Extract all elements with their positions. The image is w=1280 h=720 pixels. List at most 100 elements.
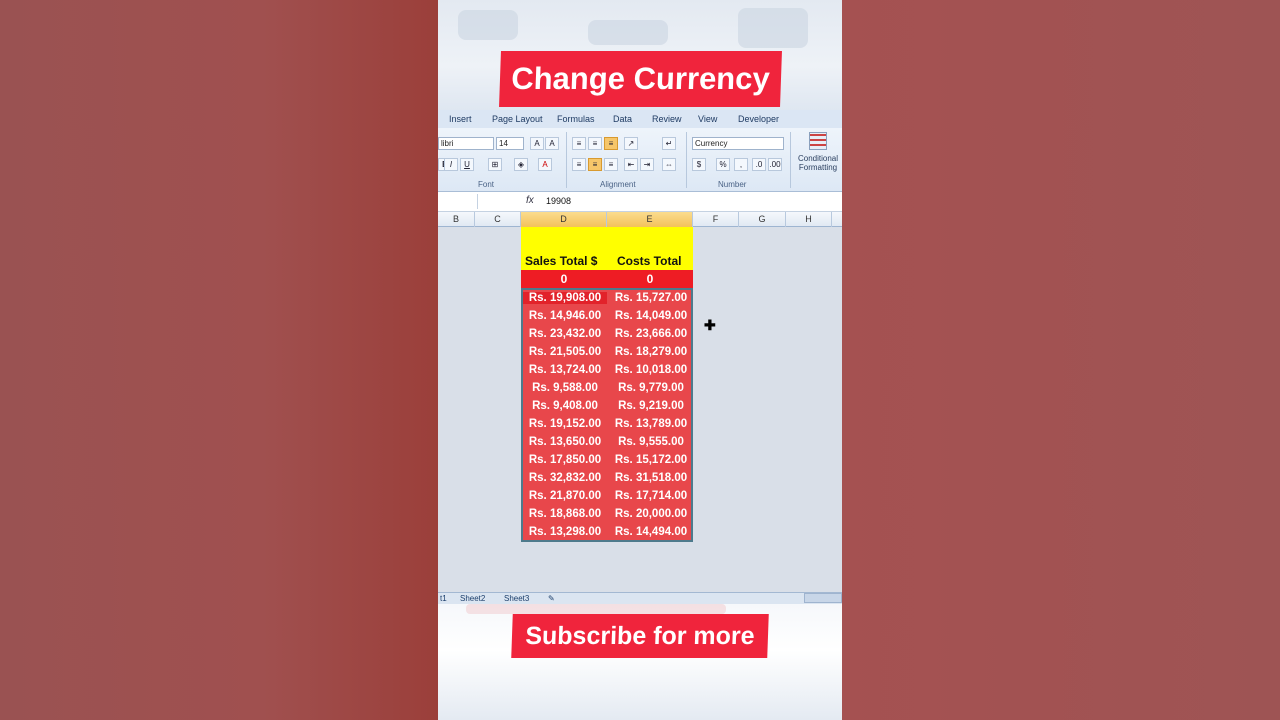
cell-d[interactable]: Rs. 18,868.00 [523, 508, 607, 520]
tab-page-layout[interactable]: Page Layout [492, 114, 543, 124]
italic-icon[interactable]: I [444, 158, 458, 171]
worksheet-grid[interactable]: Sales Total $ Costs Total 0 0 Rs. 19,908… [438, 227, 842, 592]
subscribe-banner: Subscribe for more [511, 614, 769, 658]
cell-d[interactable]: Rs. 9,588.00 [523, 382, 607, 394]
sheet-tab-sheet1[interactable]: t1 [440, 594, 447, 603]
comma-style-icon[interactable]: , [734, 158, 748, 171]
insert-sheet-icon[interactable]: ✎ [548, 594, 555, 603]
column-header-f[interactable]: F [693, 212, 739, 227]
conditional-formatting-button[interactable]: Conditional Formatting [794, 132, 842, 180]
table-row: Rs. 14,946.00 Rs. 14,049.00 [523, 308, 691, 326]
cell-e[interactable]: Rs. 14,494.00 [609, 526, 693, 538]
separator [686, 132, 687, 188]
tab-formulas[interactable]: Formulas [557, 114, 595, 124]
sales-total-header[interactable]: Sales Total $ [525, 254, 597, 268]
cell-e[interactable]: Rs. 18,279.00 [609, 346, 693, 358]
table-row: Rs. 23,432.00 Rs. 23,666.00 [523, 326, 691, 344]
cell-d[interactable]: Rs. 13,724.00 [523, 364, 607, 376]
cell-e[interactable]: Rs. 14,049.00 [609, 310, 693, 322]
cell-e[interactable]: Rs. 10,018.00 [609, 364, 693, 376]
tab-view[interactable]: View [698, 114, 717, 124]
video-frame: Change Currency Insert Page Layout Formu… [438, 0, 842, 720]
cell-e[interactable]: Rs. 17,714.00 [609, 490, 693, 502]
cell-d[interactable]: Rs. 32,832.00 [523, 472, 607, 484]
decrease-decimal-icon[interactable]: .00 [768, 158, 782, 171]
column-header-d[interactable]: D [521, 212, 607, 227]
align-bottom-icon[interactable]: ≡ [604, 137, 618, 150]
tab-data[interactable]: Data [613, 114, 632, 124]
costs-total-header[interactable]: Costs Total [617, 254, 681, 268]
align-top-icon[interactable]: ≡ [572, 137, 586, 150]
cell-d[interactable]: Rs. 13,650.00 [523, 436, 607, 448]
number-group-label: Number [718, 180, 747, 189]
cell-d[interactable]: Rs. 21,505.00 [523, 346, 607, 358]
fx-icon[interactable]: fx [526, 195, 534, 206]
cell-d[interactable]: Rs. 19,152.00 [523, 418, 607, 430]
number-format-box[interactable]: Currency [692, 137, 784, 150]
cell-e[interactable]: Rs. 9,219.00 [609, 400, 693, 412]
cell-e[interactable]: Rs. 23,666.00 [609, 328, 693, 340]
zero-cell-d[interactable]: 0 [521, 272, 607, 286]
cell-e[interactable]: Rs. 31,518.00 [609, 472, 693, 484]
alignment-group-label: Alignment [600, 180, 636, 189]
table-row: Rs. 13,650.00 Rs. 9,555.00 [523, 434, 691, 452]
font-color-icon[interactable]: A [538, 158, 552, 171]
font-size-box[interactable]: 14 [496, 137, 524, 150]
cell-d[interactable]: Rs. 14,946.00 [523, 310, 607, 322]
align-middle-icon[interactable]: ≡ [588, 137, 602, 150]
name-box[interactable] [438, 194, 478, 209]
cell-e[interactable]: Rs. 9,779.00 [609, 382, 693, 394]
tab-developer[interactable]: Developer [738, 114, 779, 124]
font-group-label: Font [478, 180, 495, 189]
title-banner: Change Currency [499, 51, 782, 107]
align-right-icon[interactable]: ≡ [604, 158, 618, 171]
zero-cell-e[interactable]: 0 [607, 272, 693, 286]
cell-e[interactable]: Rs. 13,789.00 [609, 418, 693, 430]
increase-indent-icon[interactable]: ⇥ [640, 158, 654, 171]
merge-center-icon[interactable]: ⇔ [662, 158, 676, 171]
cell-d[interactable]: Rs. 21,870.00 [523, 490, 607, 502]
percent-icon[interactable]: % [716, 158, 730, 171]
borders-icon[interactable]: ⊞ [488, 158, 502, 171]
table-row: Rs. 19,152.00 Rs. 13,789.00 [523, 416, 691, 434]
cell-e[interactable]: Rs. 9,555.00 [609, 436, 693, 448]
column-header-h[interactable]: H [786, 212, 832, 227]
currency-format-icon[interactable]: $ [692, 158, 706, 171]
table-row: Rs. 21,870.00 Rs. 17,714.00 [523, 488, 691, 506]
column-header-g[interactable]: G [739, 212, 786, 227]
horizontal-scrollbar[interactable] [804, 593, 842, 603]
grow-font-icon[interactable]: A [530, 137, 544, 150]
ribbon-tabs: Insert Page Layout Formulas Data Review … [438, 110, 842, 128]
cell-e[interactable]: Rs. 15,727.00 [609, 292, 693, 304]
column-header-c[interactable]: C [475, 212, 521, 227]
align-center-icon[interactable]: ≡ [588, 158, 602, 171]
table-row: Rs. 9,588.00 Rs. 9,779.00 [523, 380, 691, 398]
shrink-font-icon[interactable]: A [545, 137, 559, 150]
formula-value[interactable]: 19908 [546, 196, 571, 206]
tab-insert[interactable]: Insert [449, 114, 472, 124]
cell-d[interactable]: Rs. 17,850.00 [523, 454, 607, 466]
tab-review[interactable]: Review [652, 114, 682, 124]
sheet-tab-sheet2[interactable]: Sheet2 [460, 594, 485, 603]
underline-icon[interactable]: U [460, 158, 474, 171]
font-name-box[interactable]: libri [438, 137, 494, 150]
align-left-icon[interactable]: ≡ [572, 158, 586, 171]
fill-color-icon[interactable]: ◈ [514, 158, 528, 171]
selected-range[interactable]: Rs. 19,908.00 Rs. 15,727.00 Rs. 14,946.0… [521, 288, 693, 542]
table-row: Rs. 13,298.00 Rs. 14,494.00 [523, 524, 691, 542]
formula-bar: fx 19908 [438, 192, 842, 212]
decrease-indent-icon[interactable]: ⇤ [624, 158, 638, 171]
sheet-tab-sheet3[interactable]: Sheet3 [504, 594, 529, 603]
cell-d[interactable]: Rs. 23,432.00 [523, 328, 607, 340]
wrap-text-icon[interactable]: ↵ [662, 137, 676, 150]
column-header-e[interactable]: E [607, 212, 693, 227]
cell-d[interactable]: Rs. 13,298.00 [523, 526, 607, 538]
cell-d[interactable]: Rs. 9,408.00 [523, 400, 607, 412]
increase-decimal-icon[interactable]: .0 [752, 158, 766, 171]
title-text: Change Currency [510, 61, 771, 96]
cell-d[interactable]: Rs. 19,908.00 [523, 292, 607, 304]
orientation-icon[interactable]: ↗ [624, 137, 638, 150]
column-header-b[interactable]: B [438, 212, 475, 227]
cell-e[interactable]: Rs. 15,172.00 [609, 454, 693, 466]
cell-e[interactable]: Rs. 20,000.00 [609, 508, 693, 520]
